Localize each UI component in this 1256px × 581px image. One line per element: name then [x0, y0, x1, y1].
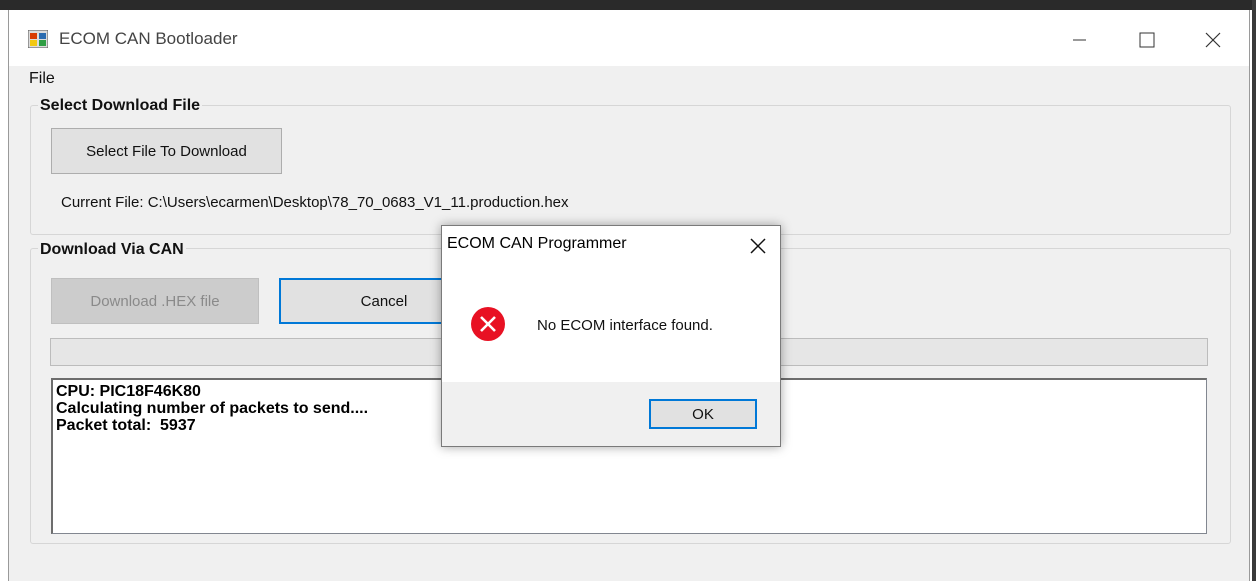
dialog-footer: OK — [442, 382, 780, 446]
ok-button[interactable]: OK — [649, 399, 757, 429]
minimize-icon[interactable] — [1051, 20, 1107, 60]
dialog-close-icon[interactable] — [744, 232, 772, 260]
menu-file[interactable]: File — [29, 70, 55, 88]
dialog-title: ECOM CAN Programmer — [447, 235, 627, 252]
download-legend: Download Via CAN — [38, 241, 186, 259]
desktop-background — [0, 0, 1256, 10]
current-file-label: Current File: C:\Users\ecarmen\Desktop\7… — [61, 194, 569, 211]
error-dialog: ECOM CAN Programmer No ECOM interface fo… — [441, 225, 781, 447]
title-bar[interactable]: ECOM CAN Bootloader — [9, 10, 1249, 66]
window-title: ECOM CAN Bootloader — [59, 29, 238, 48]
menu-bar: File — [9, 66, 1249, 94]
close-icon[interactable] — [1185, 20, 1241, 60]
error-icon — [471, 307, 505, 341]
dialog-message: No ECOM interface found. — [537, 317, 713, 334]
desktop-edge — [1252, 0, 1256, 581]
select-file-legend: Select Download File — [38, 97, 203, 115]
app-icon — [28, 30, 48, 48]
select-file-button[interactable]: Select File To Download — [51, 128, 282, 174]
maximize-icon[interactable] — [1119, 20, 1175, 60]
download-hex-button[interactable]: Download .HEX file — [51, 278, 259, 324]
